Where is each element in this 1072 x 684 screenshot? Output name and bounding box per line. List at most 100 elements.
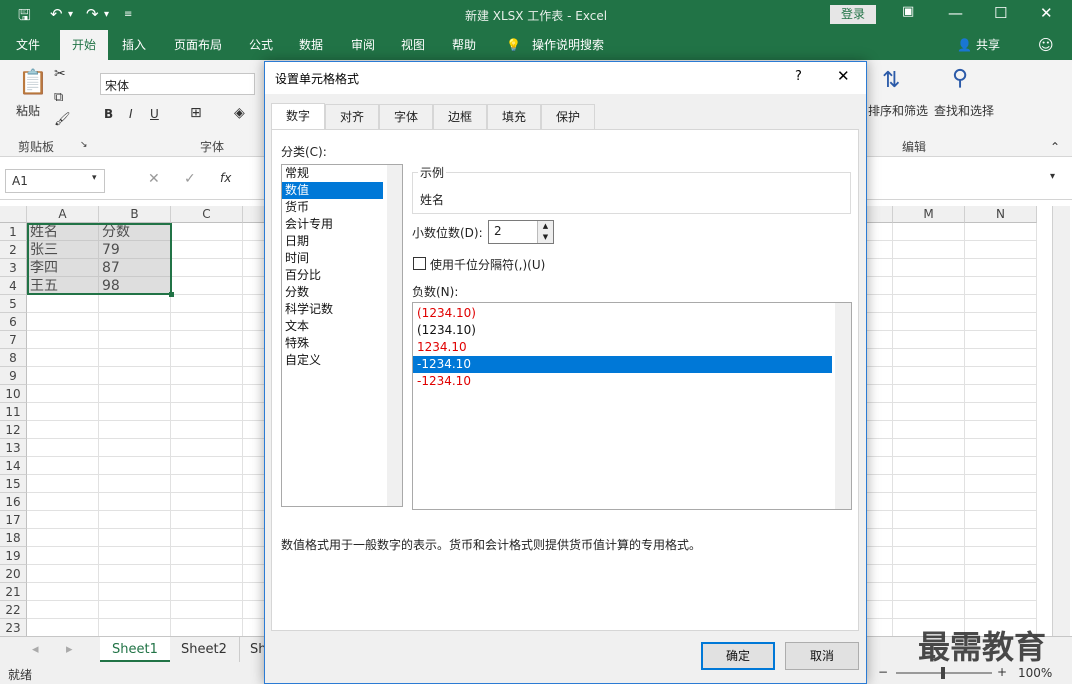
category-item[interactable]: 分数 (282, 284, 402, 301)
fill-color-icon[interactable]: ◈ (234, 105, 245, 121)
smiley-icon[interactable]: ☺ (1038, 30, 1054, 60)
cell[interactable] (171, 529, 243, 547)
cell[interactable] (171, 349, 243, 367)
cell[interactable] (171, 601, 243, 619)
close-window-icon[interactable]: ✕ (1040, 4, 1053, 22)
cell[interactable] (171, 223, 243, 241)
row-header[interactable]: 19 (0, 547, 27, 565)
cell[interactable] (27, 385, 99, 403)
category-item[interactable]: 数值 (282, 182, 383, 199)
column-header[interactable]: B (99, 206, 171, 223)
find-select-button[interactable]: 查找和选择 (934, 102, 994, 119)
cell[interactable] (965, 403, 1037, 421)
row-header[interactable]: 10 (0, 385, 27, 403)
name-box[interactable]: A1 (5, 169, 105, 193)
cell[interactable] (893, 367, 965, 385)
cell[interactable] (965, 547, 1037, 565)
row-header[interactable]: 1 (0, 223, 27, 241)
bold-button[interactable]: B (104, 107, 113, 121)
cell[interactable] (27, 439, 99, 457)
cell[interactable] (27, 313, 99, 331)
category-item[interactable]: 科学记数 (282, 301, 402, 318)
cell[interactable] (171, 547, 243, 565)
tab-page-layout[interactable]: 页面布局 (174, 30, 222, 60)
cell[interactable] (965, 457, 1037, 475)
category-item[interactable]: 日期 (282, 233, 402, 250)
select-all[interactable] (0, 206, 27, 223)
next-sheet-icon[interactable]: ▸ (54, 637, 85, 662)
cell[interactable] (171, 583, 243, 601)
row-header[interactable]: 21 (0, 583, 27, 601)
cell[interactable] (99, 367, 171, 385)
cell[interactable] (965, 313, 1037, 331)
cell[interactable] (893, 313, 965, 331)
tab-data[interactable]: 数据 (299, 30, 323, 60)
cell[interactable] (893, 475, 965, 493)
category-item[interactable]: 会计专用 (282, 216, 402, 233)
row-header[interactable]: 5 (0, 295, 27, 313)
cell[interactable] (171, 403, 243, 421)
thousands-separator-checkbox[interactable] (413, 257, 426, 270)
cell[interactable] (171, 241, 243, 259)
row-header[interactable]: 12 (0, 421, 27, 439)
cancel-entry-icon[interactable]: ✕ (148, 171, 160, 187)
negative-format-item[interactable]: -1234.10 (413, 373, 851, 390)
negative-format-item[interactable]: -1234.10 (413, 356, 832, 373)
cell[interactable] (27, 367, 99, 385)
spin-up-icon[interactable]: ▲ (537, 221, 553, 232)
zoom-thumb[interactable] (941, 667, 945, 679)
row-header[interactable]: 16 (0, 493, 27, 511)
row-header[interactable]: 2 (0, 241, 27, 259)
namebox-dropdown-icon[interactable]: ▾ (92, 173, 97, 183)
cell[interactable] (893, 331, 965, 349)
cell[interactable] (27, 511, 99, 529)
tab-review[interactable]: 审阅 (351, 30, 375, 60)
cell[interactable] (27, 565, 99, 583)
cell[interactable] (27, 583, 99, 601)
tab-number[interactable]: 数字 (271, 103, 325, 131)
cell[interactable] (27, 475, 99, 493)
row-header[interactable]: 18 (0, 529, 27, 547)
cell[interactable] (965, 277, 1037, 295)
tab-protection[interactable]: 保护 (541, 104, 595, 130)
cell[interactable] (171, 493, 243, 511)
cell[interactable] (27, 457, 99, 475)
tell-me-search[interactable]: 操作说明搜索 (532, 30, 604, 60)
cell[interactable] (27, 601, 99, 619)
paste-icon[interactable]: 📋 (18, 68, 48, 96)
column-header[interactable]: A (27, 206, 99, 223)
cell[interactable] (965, 511, 1037, 529)
cell[interactable] (893, 565, 965, 583)
dialog-launcher-icon[interactable]: ↘ (80, 140, 88, 150)
font-name-select[interactable]: 宋体 (100, 73, 255, 95)
category-item[interactable]: 百分比 (282, 267, 402, 284)
cell[interactable] (99, 439, 171, 457)
cell[interactable] (27, 529, 99, 547)
cell[interactable] (27, 493, 99, 511)
fill-handle[interactable] (169, 292, 174, 297)
borders-icon[interactable]: ⊞ (190, 105, 202, 121)
share-button[interactable]: 共享 (976, 30, 1000, 60)
sort-filter-button[interactable]: 排序和筛选 (868, 102, 928, 119)
row-header[interactable]: 14 (0, 457, 27, 475)
collapse-ribbon-icon[interactable]: ⌃ (1050, 140, 1060, 154)
cell[interactable] (27, 349, 99, 367)
row-header[interactable]: 17 (0, 511, 27, 529)
negative-format-item[interactable]: (1234.10) (413, 305, 851, 322)
login-button[interactable]: 登录 (830, 5, 876, 24)
cell[interactable] (893, 259, 965, 277)
cell[interactable] (99, 421, 171, 439)
cell[interactable] (893, 421, 965, 439)
row-header[interactable]: 7 (0, 331, 27, 349)
category-item[interactable]: 货币 (282, 199, 402, 216)
cell[interactable] (99, 547, 171, 565)
column-header[interactable]: M (893, 206, 965, 223)
cell[interactable] (171, 367, 243, 385)
cell[interactable] (893, 277, 965, 295)
negative-list-scrollbar[interactable] (835, 303, 851, 509)
row-header[interactable]: 22 (0, 601, 27, 619)
cut-icon[interactable]: ✂ (54, 66, 66, 82)
cell[interactable] (965, 421, 1037, 439)
tab-fill[interactable]: 填充 (487, 104, 541, 130)
zoom-out-icon[interactable]: − (878, 665, 888, 679)
